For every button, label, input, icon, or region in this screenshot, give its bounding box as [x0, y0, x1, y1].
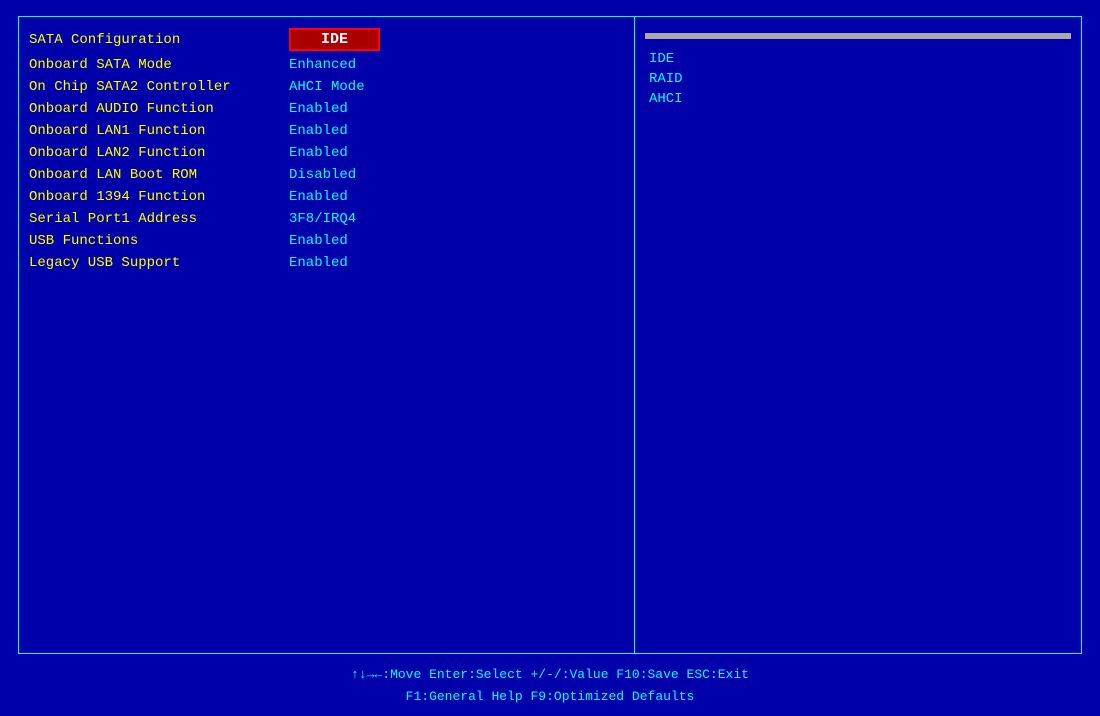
menu-row-1[interactable]: Onboard SATA ModeEnhanced [29, 54, 624, 76]
menu-label-1: Onboard SATA Mode [29, 57, 289, 73]
menu-row-9[interactable]: USB FunctionsEnabled [29, 230, 624, 252]
menu-label-5: Onboard LAN2 Function [29, 145, 289, 161]
menu-row-3[interactable]: Onboard AUDIO FunctionEnabled [29, 98, 624, 120]
help-option-0: IDE [645, 49, 1071, 69]
main-container: SATA ConfigurationIDEOnboard SATA ModeEn… [0, 16, 1100, 716]
menu-value-1: Enhanced [289, 57, 356, 73]
menu-label-10: Legacy USB Support [29, 255, 289, 271]
menu-label-0: SATA Configuration [29, 32, 289, 48]
menu-row-5[interactable]: Onboard LAN2 FunctionEnabled [29, 142, 624, 164]
help-option-1: RAID [645, 69, 1071, 89]
menu-row-0[interactable]: SATA ConfigurationIDE [29, 25, 624, 54]
menu-label-4: Onboard LAN1 Function [29, 123, 289, 139]
menu-row-4[interactable]: Onboard LAN1 FunctionEnabled [29, 120, 624, 142]
menu-label-2: On Chip SATA2 Controller [29, 79, 289, 95]
footer-line1: ↑↓→←:Move Enter:Select +/-/:Value F10:Sa… [18, 664, 1082, 686]
menu-value-7: Enabled [289, 189, 348, 205]
bios-header [0, 0, 1100, 16]
menu-value-3: Enabled [289, 101, 348, 117]
menu-value-4: Enabled [289, 123, 348, 139]
menu-row-2[interactable]: On Chip SATA2 ControllerAHCI Mode [29, 76, 624, 98]
content-area: SATA ConfigurationIDEOnboard SATA ModeEn… [18, 16, 1082, 654]
menu-value-2: AHCI Mode [289, 79, 365, 95]
menu-label-3: Onboard AUDIO Function [29, 101, 289, 117]
footer-line2: F1:General Help F9:Optimized Defaults [18, 686, 1082, 708]
selected-value-box[interactable]: IDE [289, 28, 380, 51]
menu-value-10: Enabled [289, 255, 348, 271]
menu-row-8[interactable]: Serial Port1 Address3F8/IRQ4 [29, 208, 624, 230]
menu-label-6: Onboard LAN Boot ROM [29, 167, 289, 183]
left-panel: SATA ConfigurationIDEOnboard SATA ModeEn… [19, 17, 635, 653]
menu-value-9: Enabled [289, 233, 348, 249]
menu-label-9: USB Functions [29, 233, 289, 249]
footer: ↑↓→←:Move Enter:Select +/-/:Value F10:Sa… [18, 658, 1082, 716]
menu-label-7: Onboard 1394 Function [29, 189, 289, 205]
menu-row-7[interactable]: Onboard 1394 FunctionEnabled [29, 186, 624, 208]
options-label [645, 33, 1071, 39]
menu-value-6: Disabled [289, 167, 356, 183]
menu-value-8: 3F8/IRQ4 [289, 211, 356, 227]
menu-label-8: Serial Port1 Address [29, 211, 289, 227]
help-option-2: AHCI [645, 89, 1071, 109]
menu-row-10[interactable]: Legacy USB SupportEnabled [29, 252, 624, 274]
right-panel: IDERAIDAHCI [635, 17, 1081, 653]
menu-row-6[interactable]: Onboard LAN Boot ROMDisabled [29, 164, 624, 186]
menu-value-5: Enabled [289, 145, 348, 161]
